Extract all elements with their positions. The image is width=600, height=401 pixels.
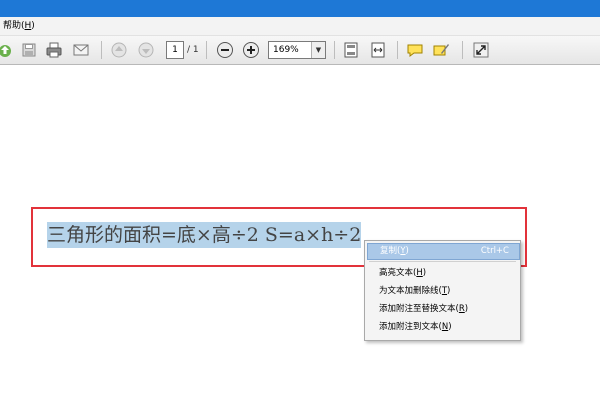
- highlight-note-icon[interactable]: [432, 41, 450, 59]
- email-icon[interactable]: [72, 41, 90, 59]
- zoom-value: 169%: [273, 45, 299, 55]
- menu-item-highlight-text[interactable]: 高亮文本(H): [367, 265, 518, 282]
- zoom-in-icon[interactable]: [242, 41, 260, 59]
- menu-item-replace-note[interactable]: 添加附注至替换文本(R): [367, 301, 518, 318]
- title-bar: [0, 0, 600, 17]
- fit-width-icon[interactable]: [369, 41, 387, 59]
- upload-icon[interactable]: [0, 41, 14, 59]
- menu-separator: [369, 261, 516, 262]
- context-menu: 复制(Y) Ctrl+C 高亮文本(H) 为文本加删除线(T) 添加附注至替换文…: [364, 240, 521, 341]
- prev-page-icon[interactable]: [110, 41, 128, 59]
- page-total: / 1: [187, 45, 199, 55]
- menu-help-label: 帮助(: [3, 21, 25, 31]
- toolbar-separator: [462, 41, 463, 59]
- menu-help-close: ): [31, 21, 35, 31]
- toolbar-separator: [101, 41, 102, 59]
- selected-formula-text[interactable]: 三角形的面积=底×高÷2 S=a×h÷2: [47, 222, 362, 248]
- toolbar-separator: [334, 41, 335, 59]
- zoom-out-icon[interactable]: [216, 41, 234, 59]
- menu-item-strikethrough[interactable]: 为文本加删除线(T): [367, 283, 518, 300]
- menu-bar: 帮助(H): [0, 17, 600, 36]
- expand-icon[interactable]: [472, 41, 490, 59]
- menu-item-label: 添加附注到文本(N): [379, 322, 452, 332]
- menu-item-copy[interactable]: 复制(Y) Ctrl+C: [367, 243, 520, 260]
- menu-item-label: 为文本加删除线(T): [379, 286, 451, 296]
- save-icon[interactable]: [20, 41, 38, 59]
- page-number-input[interactable]: 1: [166, 41, 184, 59]
- comment-icon[interactable]: [406, 41, 424, 59]
- fit-page-icon[interactable]: [342, 41, 360, 59]
- chevron-down-icon[interactable]: ▼: [311, 42, 325, 58]
- toolbar: 1 / 1 169% ▼: [0, 36, 600, 65]
- menu-item-label: 添加附注至替换文本(R): [379, 304, 469, 314]
- menu-help[interactable]: 帮助(H): [3, 17, 35, 35]
- toolbar-separator: [397, 41, 398, 59]
- zoom-select[interactable]: 169% ▼: [268, 41, 326, 59]
- menu-item-shortcut: Ctrl+C: [480, 246, 509, 256]
- next-page-icon[interactable]: [137, 41, 155, 59]
- menu-item-label: 高亮文本(H): [379, 268, 427, 278]
- toolbar-separator: [206, 41, 207, 59]
- print-icon[interactable]: [45, 41, 63, 59]
- menu-item-label: 复制(Y): [380, 246, 409, 256]
- menu-item-add-note[interactable]: 添加附注到文本(N): [367, 319, 518, 336]
